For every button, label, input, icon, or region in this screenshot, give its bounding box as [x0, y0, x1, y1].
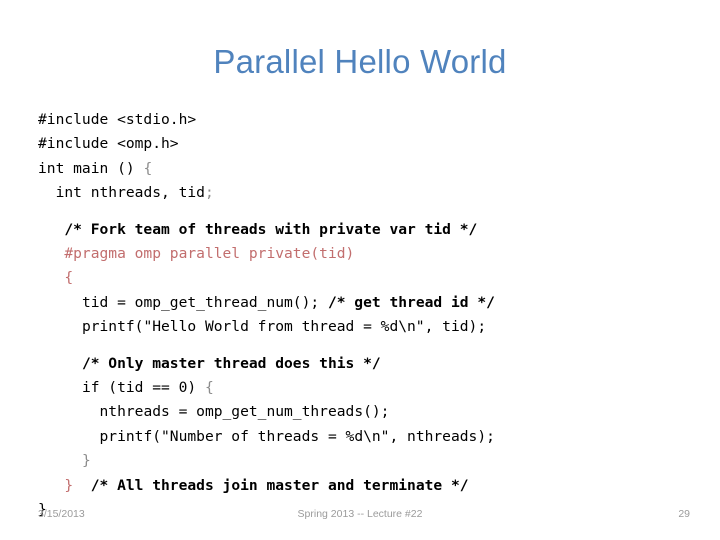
code-token: }	[64, 476, 74, 494]
code-block: #include <stdio.h> #include <omp.h> int ma…	[38, 108, 698, 523]
code-token: /* get thread id */	[327, 293, 495, 311]
footer-page-number: 29	[678, 508, 690, 520]
code-line: /* Only master thread does this */	[38, 352, 698, 376]
code-token: #include <stdio.h>	[38, 111, 197, 128]
code-line: printf("Number of threads = %d\n", nthre…	[38, 425, 698, 449]
page-title: Parallel Hello World	[213, 43, 507, 80]
code-token: if (tid == 0)	[81, 379, 205, 397]
code-line: int nthreads, tid;	[38, 181, 698, 205]
code-line: tid = omp_get_thread_num(); /* get threa…	[38, 291, 698, 315]
code-line: }	[38, 449, 698, 473]
code-token: /* Fork team of threads with private var…	[64, 220, 478, 238]
code-token: int main ()	[38, 159, 144, 177]
code-token: }	[81, 452, 91, 470]
code-token: #include <omp.h>	[38, 135, 179, 153]
code-line: nthreads = omp_get_num_threads();	[38, 400, 698, 424]
code-line: #include <stdio.h>	[38, 108, 698, 132]
code-line: int main () {	[38, 157, 698, 181]
slide-root: Parallel Hello World #include <stdio.h> #…	[0, 0, 720, 540]
code-line: #include <omp.h>	[38, 132, 698, 156]
code-token: nthreads = omp_get_num_threads();	[99, 403, 390, 421]
code-token: {	[143, 159, 153, 177]
code-line: {	[38, 266, 698, 290]
code-line: #pragma omp parallel private(tid)	[38, 242, 698, 266]
code-token: /* All threads join master and terminate…	[90, 476, 469, 494]
code-line: } /* All threads join master and termina…	[38, 474, 698, 498]
code-line: printf("Hello World from thread = %d\n",…	[38, 315, 698, 339]
slide-footer: 3/15/2013 Spring 2013 -- Lecture #22 29	[0, 508, 720, 528]
code-token: tid = omp_get_thread_num();	[81, 293, 328, 311]
code-token: /* Only master thread does this */	[81, 354, 381, 372]
code-token: int nthreads, tid	[55, 184, 205, 202]
code-token: ;	[204, 184, 214, 202]
code-token: printf("Number of threads = %d\n", nthre…	[99, 427, 495, 445]
code-token: #pragma omp parallel private(tid)	[64, 245, 355, 263]
code-token: printf("Hello World from thread = %d\n",…	[81, 318, 487, 336]
code-token: {	[204, 379, 214, 397]
footer-center-text: Spring 2013 -- Lecture #22	[297, 508, 423, 520]
code-line: /* Fork team of threads with private var…	[38, 218, 698, 242]
code-line: if (tid == 0) {	[38, 376, 698, 400]
code-token: {	[64, 269, 74, 287]
